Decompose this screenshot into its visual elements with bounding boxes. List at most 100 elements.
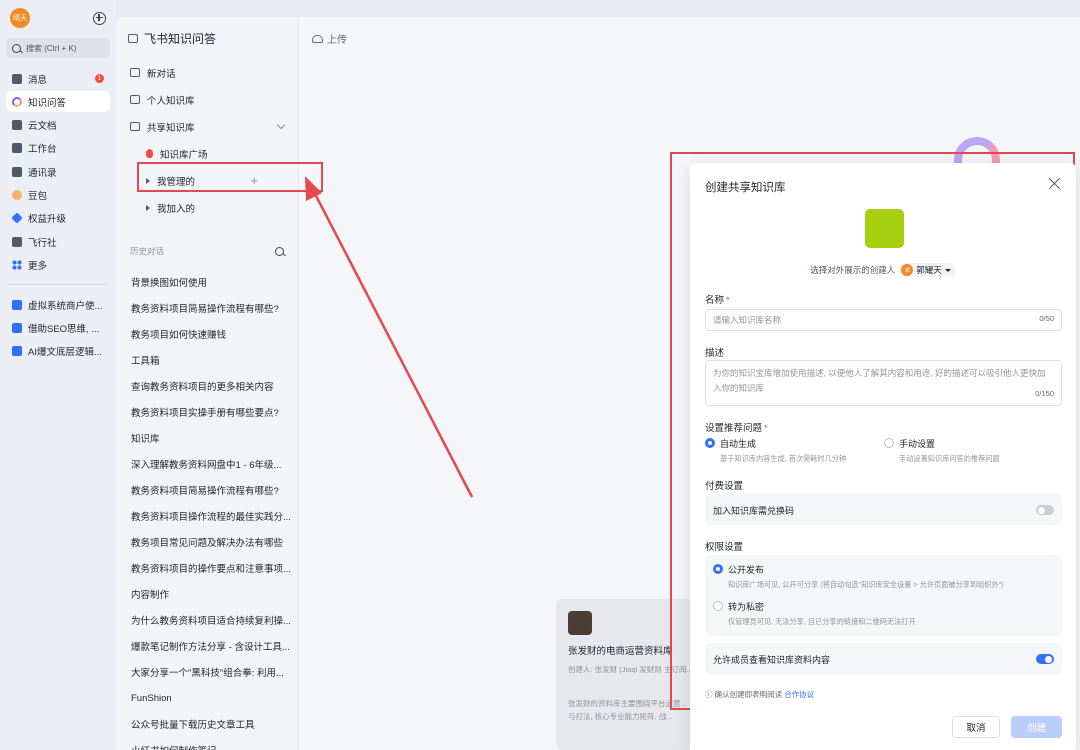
close-icon[interactable] (1048, 177, 1061, 190)
members-toggle[interactable] (1036, 654, 1054, 664)
private-option[interactable]: 转为私密 仅管理员可见, 无法分享, 且已分享的链接和二维码无法打开 (713, 600, 916, 627)
dropdown-arrow-icon (944, 268, 951, 272)
user-avatar[interactable]: 晴天 (10, 8, 30, 28)
rail-item-upgrade[interactable]: 权益升级 (6, 208, 110, 229)
auto-generate-option[interactable]: 自动生成 基于知识库内容生成, 首次需耗时几分钟 (705, 437, 846, 464)
required-mark: * (726, 295, 730, 306)
history-item[interactable]: 为什么教务资料项目适合持续复利操... (116, 607, 298, 633)
card-title: 张发财的电商运营资料库 (568, 646, 673, 657)
knowledge-sidebar: 飞书知识问答 新对话 个人知识库 共享知识库 知识库广场 我管理的 + 我加入的 … (116, 17, 299, 750)
kb-plaza-item[interactable]: 知识库广场 (116, 140, 298, 167)
history-item[interactable]: 公众号批量下载历史文章工具 (116, 711, 298, 737)
contacts-icon (12, 166, 22, 177)
new-chat-icon (130, 68, 140, 77)
history-item[interactable]: 教务项目如何快速赚钱 (116, 321, 298, 347)
public-option[interactable]: 公开发布 知识库广场可见, 公开可分享 (将自动勾选"知识库安全设置 > 允许页面… (713, 563, 1004, 590)
cancel-button[interactable]: 取消 (952, 716, 1000, 738)
pinned-doc[interactable]: 借助SEO思维, ... (6, 318, 110, 339)
history-item[interactable]: 背景换图如何使用 (116, 269, 298, 295)
auto-radio[interactable] (705, 438, 715, 448)
rail-item-doubao[interactable]: 豆包 (6, 184, 110, 205)
description-textarea[interactable]: 为你的知识宝库增加使用描述, 以便他人了解其内容和用途, 好的描述可以吸引他人更… (705, 360, 1062, 406)
paid-label: 付费设置 (705, 481, 744, 492)
creator-dropdown[interactable]: 郭 郭耀天 (899, 263, 956, 277)
rail-label: 豆包 (28, 190, 48, 202)
history-item[interactable]: 查询教务资料项目的更多相关内容 (116, 373, 298, 399)
pinned-doc[interactable]: AI爆文底层逻辑... (6, 341, 110, 362)
permission-options: 公开发布 知识库广场可见, 公开可分享 (将自动勾选"知识库安全设置 > 允许页面… (705, 555, 1062, 636)
add-icon[interactable] (93, 11, 106, 25)
apps-grid-icon (12, 259, 22, 270)
search-icon (12, 43, 21, 53)
rail-label: 通讯录 (28, 167, 57, 179)
rail-item-messages[interactable]: 消息 1 (6, 68, 110, 89)
history-item[interactable]: FunShion (116, 685, 298, 711)
history-item[interactable]: 爆款笔记制作方法分享 - 含设计工具... (116, 633, 298, 659)
add-kb-icon[interactable]: + (250, 173, 258, 188)
new-chat-item[interactable]: 新对话 (116, 59, 298, 86)
kb-card[interactable]: 张发财的电商运营资料库 创建人: 张发财 (Jiaqi 发财财 主订阅... 张… (556, 599, 706, 750)
rail-item-contacts[interactable]: 通讯录 (6, 161, 110, 182)
name-label-text: 名称 (705, 295, 725, 306)
creator-name: 郭耀天 (916, 265, 942, 275)
history-item[interactable]: 教务资料项目操作流程的最佳实践分... (116, 503, 298, 529)
create-button[interactable]: 创建 (1011, 716, 1062, 738)
personal-kb-label: 个人知识库 (147, 95, 195, 107)
kb-cover-icon[interactable] (865, 209, 904, 248)
public-radio[interactable] (713, 564, 723, 574)
manual-desc: 手动设置知识库问答的推荐问题 (899, 454, 1000, 463)
new-chat-label: 新对话 (147, 68, 176, 80)
history-item[interactable]: 教务资料项目的操作要点和注意事项... (116, 555, 298, 581)
search-input[interactable]: 搜索 (Ctrl + K) (6, 38, 110, 58)
rail-top: 晴天 (0, 0, 116, 36)
history-item[interactable]: 知识库 (116, 425, 298, 451)
managed-kb-item[interactable]: 我管理的 + (116, 167, 298, 194)
search-icon[interactable] (275, 246, 284, 256)
personal-kb-item[interactable]: 个人知识库 (116, 86, 298, 113)
history-item[interactable]: 教务项目常见问题及解决办法有哪些 (116, 529, 298, 555)
knowledge-qa-icon (12, 96, 22, 107)
rail-item-workplace[interactable]: 工作台 (6, 138, 110, 159)
history-item[interactable]: 小红书如何制作笔记 (116, 737, 298, 750)
upload-button[interactable]: 上传 (312, 31, 347, 46)
rail-item-more[interactable]: 更多 (6, 254, 110, 275)
history-item[interactable]: 工具箱 (116, 347, 298, 373)
private-desc: 仅管理员可见, 无法分享, 且已分享的链接和二维码无法打开 (728, 617, 916, 626)
chat-icon (12, 73, 22, 84)
public-desc: 知识库广场可见, 公开可分享 (将自动勾选"知识库安全设置 > 允许页面被分享到… (728, 580, 1004, 589)
history-item[interactable]: 教务资料项目简易操作流程有哪些? (116, 295, 298, 321)
manual-radio[interactable] (884, 438, 894, 448)
joined-kb-item[interactable]: 我加入的 (116, 194, 298, 221)
suggest-label-text: 设置推荐问题 (705, 423, 763, 434)
history-header: 历史对话 (116, 233, 298, 269)
private-radio[interactable] (713, 601, 723, 611)
app-rail: 晴天 搜索 (Ctrl + K) 消息 1 知识问答 云文档 工作台 通讯录 豆包… (0, 0, 116, 750)
history-item[interactable]: 内容制作 (116, 581, 298, 607)
rail-item-docs[interactable]: 云文档 (6, 115, 110, 136)
auto-title: 自动生成 (720, 439, 757, 449)
menu-collapse-icon[interactable] (128, 33, 138, 43)
rail-item-knowledge-qa[interactable]: 知识问答 (6, 91, 110, 113)
history-item[interactable]: 教务资料项目实操手册有哪些要点? (116, 399, 298, 425)
manual-text: 手动设置 手动设置知识库问答的推荐问题 (899, 437, 1000, 464)
history-item[interactable]: 大家分享一个"黑科技"组合拳: 利用... (116, 659, 298, 685)
rail-item-flying-club[interactable]: 飞行社 (6, 231, 110, 252)
name-input[interactable]: 请输入知识库名称 0/50 (705, 309, 1062, 331)
desc-char-count: 0/150 (1035, 389, 1054, 398)
shared-kb-item[interactable]: 共享知识库 (116, 113, 298, 140)
auto-text: 自动生成 基于知识库内容生成, 首次需耗时几分钟 (720, 437, 846, 464)
caret-right-icon (146, 177, 150, 184)
docs-icon (12, 120, 22, 131)
shared-kb-icon (130, 122, 140, 131)
history-label: 历史对话 (130, 246, 165, 256)
manual-option[interactable]: 手动设置 手动设置知识库问答的推荐问题 (884, 437, 1000, 464)
history-item[interactable]: 深入理解教务资料网盘中1 - 6年级... (116, 451, 298, 477)
paid-toggle[interactable] (1036, 505, 1054, 515)
agreement-link[interactable]: 合作协议 (784, 690, 814, 699)
pinned-doc[interactable]: 虚拟系统商户使... (6, 294, 110, 315)
doc-label: 虚拟系统商户使... (28, 300, 103, 312)
kb-plaza-label: 知识库广场 (160, 149, 208, 161)
joined-kb-label: 我加入的 (157, 203, 196, 215)
history-item[interactable]: 教务资料项目简易操作流程有哪些? (116, 477, 298, 503)
public-text: 公开发布 知识库广场可见, 公开可分享 (将自动勾选"知识库安全设置 > 允许页面… (728, 563, 1004, 590)
